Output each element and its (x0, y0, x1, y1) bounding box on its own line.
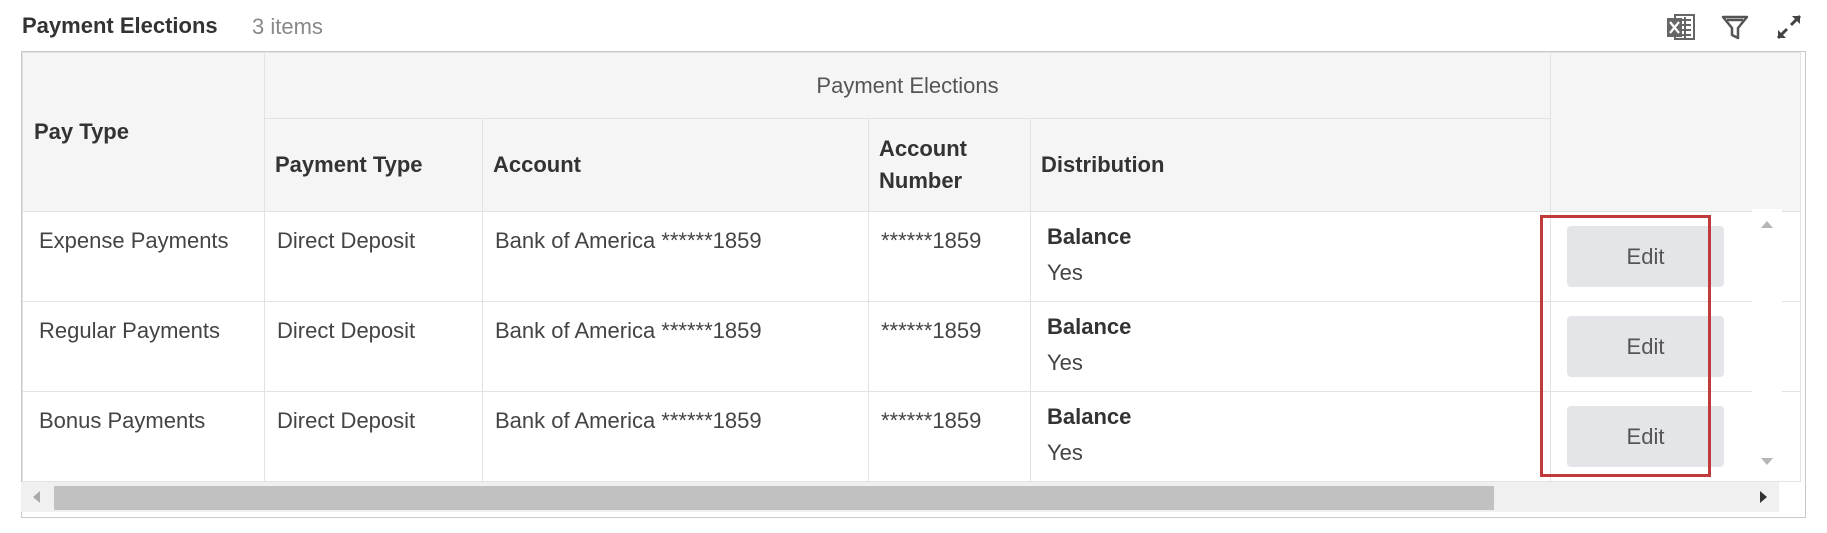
column-header-account-number-line2: Number (879, 168, 963, 193)
excel-export-icon[interactable] (1663, 9, 1699, 45)
scroll-down-arrow-icon[interactable] (1752, 447, 1782, 477)
table-row: Bonus Payments Direct Deposit Bank of Am… (22, 391, 1802, 482)
column-header-account-number-line1: Account (879, 136, 967, 161)
column-header-actions (1550, 52, 1802, 212)
column-header-payment-type[interactable]: Payment Type (264, 118, 483, 212)
edit-button[interactable]: Edit (1567, 316, 1725, 377)
grid-header: Payment Elections 3 items (22, 8, 1807, 46)
column-header-pay-type[interactable]: Pay Type (22, 52, 265, 212)
cell-pay-type: Regular Payments (22, 301, 265, 392)
group-header-payment-elections: Payment Elections (263, 52, 1552, 119)
edit-button[interactable]: Edit (1567, 226, 1725, 287)
cell-account-number: ******1859 (868, 301, 1031, 392)
horizontal-scrollbar[interactable] (21, 482, 1779, 512)
cell-pay-type: Expense Payments (22, 211, 265, 302)
column-header-account[interactable]: Account (482, 118, 869, 212)
horizontal-scrollbar-thumb[interactable] (54, 486, 1494, 510)
scroll-right-arrow-icon[interactable] (1749, 482, 1779, 512)
column-header-account-number[interactable]: Account Number (868, 118, 1031, 212)
item-count: 3 items (252, 14, 323, 39)
distribution-label: Balance (1047, 224, 1132, 249)
cell-distribution: Balance Yes (1029, 391, 1552, 482)
scroll-up-arrow-icon[interactable] (1752, 209, 1782, 239)
distribution-label: Balance (1047, 404, 1132, 429)
grid-toolbar (1663, 8, 1807, 46)
payment-elections-grid: Pay Type Payment Elections Payment Type … (21, 51, 1806, 518)
edit-button[interactable]: Edit (1567, 406, 1725, 467)
distribution-label: Balance (1047, 314, 1132, 339)
table-row: Regular Payments Direct Deposit Bank of … (22, 301, 1802, 392)
cell-distribution: Balance Yes (1029, 301, 1552, 392)
filter-icon[interactable] (1717, 9, 1753, 45)
cell-account: Bank of America ******1859 (482, 391, 869, 482)
column-header-distribution[interactable]: Distribution (1029, 118, 1552, 212)
cell-payment-type: Direct Deposit (264, 211, 483, 302)
cell-account-number: ******1859 (868, 211, 1031, 302)
distribution-value: Yes (1047, 260, 1083, 285)
cell-pay-type: Bonus Payments (22, 391, 265, 482)
cell-distribution: Balance Yes (1029, 211, 1552, 302)
payment-elections-table: Pay Type Payment Elections Payment Type … (22, 52, 1802, 482)
cell-payment-type: Direct Deposit (264, 391, 483, 482)
cell-payment-type: Direct Deposit (264, 301, 483, 392)
scroll-left-arrow-icon[interactable] (21, 482, 51, 512)
distribution-value: Yes (1047, 350, 1083, 375)
expand-icon[interactable] (1771, 9, 1807, 45)
distribution-value: Yes (1047, 440, 1083, 465)
cell-account: Bank of America ******1859 (482, 301, 869, 392)
vertical-scrollbar[interactable] (1752, 209, 1782, 477)
cell-account-number: ******1859 (868, 391, 1031, 482)
cell-account: Bank of America ******1859 (482, 211, 869, 302)
grid-title: Payment Elections (22, 13, 218, 38)
table-row: Expense Payments Direct Deposit Bank of … (22, 211, 1802, 302)
